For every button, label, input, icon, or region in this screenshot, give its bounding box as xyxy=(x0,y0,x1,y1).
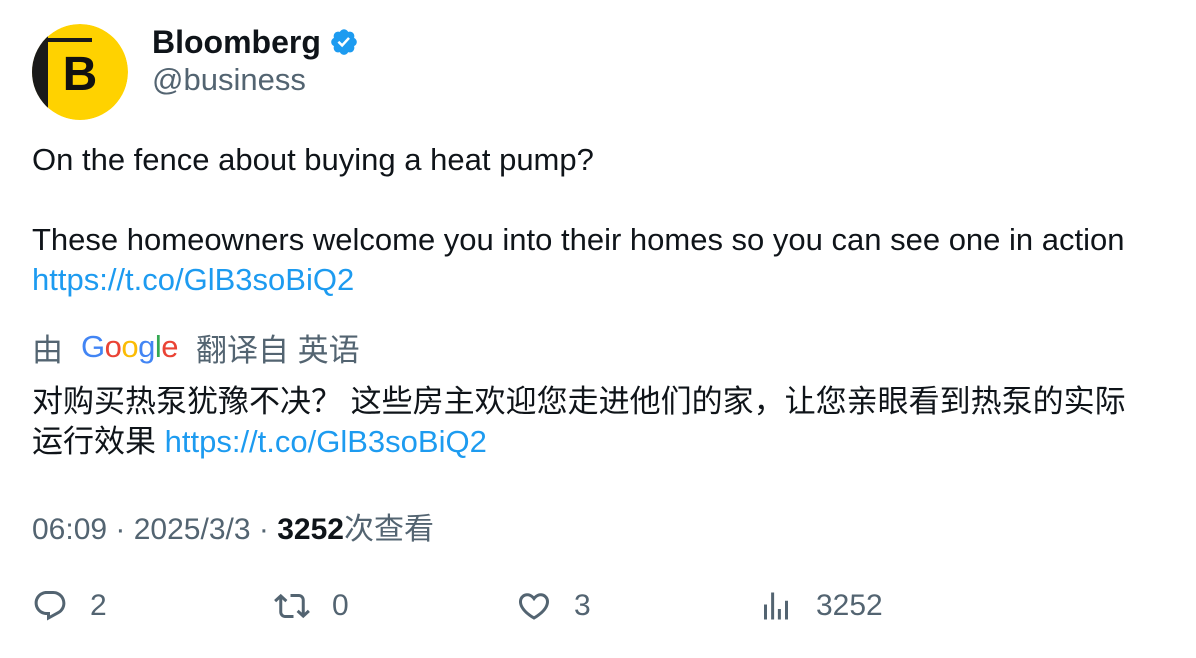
meta-separator-2: · xyxy=(250,513,278,546)
tweet-card: B Bloomberg @business On the fence about… xyxy=(0,0,1196,658)
verified-badge-icon xyxy=(329,27,359,57)
views-button[interactable]: 3252 xyxy=(758,588,883,624)
author-handle[interactable]: @business xyxy=(152,62,306,98)
tweet-text-line-2: These homeowners welcome you into their … xyxy=(32,222,1125,257)
retweet-button[interactable]: 0 xyxy=(274,588,349,624)
views-count: 3252 xyxy=(277,513,344,546)
translated-text-line-1: 对购买热泵犹豫不决？ 这些房主欢迎您走进他们的家，让您亲眼看到热泵的实际 xyxy=(32,384,1126,419)
google-logo: Google xyxy=(81,329,179,364)
avatar[interactable]: B xyxy=(32,24,128,120)
heart-icon xyxy=(518,593,550,620)
translated-link[interactable]: https://t.co/GlB3soBiQ2 xyxy=(165,424,487,459)
analytics-icon xyxy=(764,592,788,620)
like-button[interactable]: 3 xyxy=(516,588,591,624)
translation-suffix[interactable]: 翻译自 英语 xyxy=(196,325,360,370)
views-label: 次查看 xyxy=(343,513,434,546)
retweet-icon xyxy=(274,593,310,619)
author-name[interactable]: Bloomberg xyxy=(152,24,321,61)
translated-text-line-2-text: 运行效果 xyxy=(32,424,156,459)
action-bar: 2 0 3 3252 xyxy=(0,588,1196,638)
author-name-row: Bloomberg xyxy=(152,22,359,62)
reply-count: 2 xyxy=(90,589,107,622)
reply-button[interactable]: 2 xyxy=(32,588,107,624)
tweet-date[interactable]: 2025/3/3 xyxy=(134,513,251,546)
tweet-time[interactable]: 06:09 xyxy=(32,513,107,546)
bloomberg-logo-icon: B xyxy=(32,24,128,120)
meta-separator-1: · xyxy=(107,513,134,546)
retweet-count: 0 xyxy=(332,589,349,622)
avatar-letter: B xyxy=(63,48,98,101)
tweet-text-line-1: On the fence about buying a heat pump? xyxy=(32,142,594,177)
translation-attribution: 由 Google 翻译自 英语 xyxy=(32,326,360,368)
views-action-count: 3252 xyxy=(816,589,883,622)
reply-icon xyxy=(34,591,66,621)
tweet-meta: 06:09 · 2025/3/3 · 3252次查看 xyxy=(32,504,434,548)
like-count: 3 xyxy=(574,589,591,622)
tweet-link[interactable]: https://t.co/GlB3soBiQ2 xyxy=(32,262,354,298)
translated-text-line-2: 运行效果 https://t.co/GlB3soBiQ2 xyxy=(32,416,487,461)
translation-prefix: 由 xyxy=(32,332,63,368)
